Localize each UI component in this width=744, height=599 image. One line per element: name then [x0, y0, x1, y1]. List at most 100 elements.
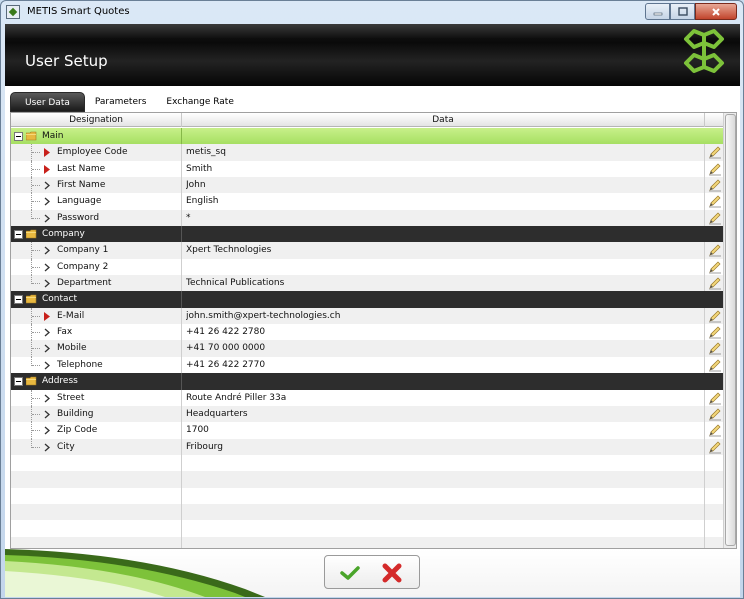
close-button[interactable]	[695, 3, 737, 20]
edit-button[interactable]	[704, 275, 723, 292]
empty-row	[11, 454, 723, 472]
field-label: City	[57, 441, 75, 452]
table-row[interactable]: Building Headquarters	[11, 405, 723, 423]
field-value[interactable]: *	[186, 210, 701, 226]
app-icon[interactable]	[6, 5, 20, 19]
table-row[interactable]: Company 2	[11, 258, 723, 276]
required-arrow-icon	[44, 148, 50, 158]
pencil-icon	[709, 359, 721, 372]
scrollbar-thumb[interactable]	[725, 114, 736, 546]
edit-button[interactable]	[704, 242, 723, 259]
group-row-contact[interactable]: Contact	[11, 291, 723, 308]
edit-button[interactable]	[704, 209, 723, 227]
collapse-minus-icon[interactable]	[14, 295, 23, 305]
edit-button[interactable]	[704, 324, 723, 341]
column-header-data[interactable]: Data	[182, 113, 704, 127]
field-value[interactable]: john.smith@xpert-technologies.ch	[186, 308, 701, 324]
column-header-designation[interactable]: Designation	[11, 113, 182, 127]
table-row[interactable]: Telephone +41 26 422 2770	[11, 356, 723, 374]
edit-button[interactable]	[704, 340, 723, 357]
field-value[interactable]: Technical Publications	[186, 275, 701, 291]
field-value[interactable]: Smith	[186, 161, 701, 177]
field-label: Mobile	[57, 343, 87, 354]
table-row[interactable]: Password *	[11, 209, 723, 227]
edit-button[interactable]	[704, 438, 723, 455]
field-value[interactable]: +41 26 422 2770	[186, 357, 701, 373]
chevron-right-icon	[44, 394, 50, 402]
table-row[interactable]: First Name John	[11, 177, 723, 194]
collapse-minus-icon[interactable]	[14, 230, 23, 240]
minimize-button[interactable]	[645, 3, 670, 20]
edit-button[interactable]	[704, 307, 723, 325]
chevron-right-icon	[44, 426, 50, 435]
field-value[interactable]: John	[186, 177, 701, 193]
pencil-icon	[709, 195, 721, 208]
title-bar[interactable]: METIS Smart Quotes	[1, 1, 743, 24]
field-value[interactable]: +41 70 000 0000	[186, 340, 701, 356]
pencil-icon	[709, 261, 721, 274]
collapse-minus-icon[interactable]	[14, 377, 23, 387]
empty-row	[11, 503, 723, 521]
field-label: Street	[57, 392, 85, 403]
field-value[interactable]: metis_sq	[186, 144, 701, 160]
edit-button[interactable]	[704, 356, 723, 374]
grid-rows: Main Employee Code metis_sq Last Name Smith F…	[11, 128, 723, 548]
page-title: User Setup	[25, 52, 108, 70]
edit-button[interactable]	[704, 389, 723, 406]
group-row-company[interactable]: Company	[11, 226, 723, 243]
cancel-button[interactable]	[379, 561, 405, 585]
pencil-icon	[709, 163, 721, 176]
action-button-group	[324, 555, 420, 589]
folder-icon	[26, 295, 37, 304]
table-row[interactable]: Last Name Smith	[11, 160, 723, 178]
edit-button[interactable]	[704, 258, 723, 276]
field-value[interactable]: Headquarters	[186, 406, 701, 422]
edit-button[interactable]	[704, 193, 723, 210]
chevron-right-icon	[44, 181, 50, 190]
field-value[interactable]: English	[186, 193, 701, 209]
tab-user-data[interactable]: User Data	[10, 92, 85, 112]
table-row[interactable]: Department Technical Publications	[11, 275, 723, 292]
table-row[interactable]: Employee Code metis_sq	[11, 144, 723, 161]
pencil-icon	[709, 244, 721, 257]
pencil-icon	[709, 392, 721, 404]
edit-button[interactable]	[704, 144, 723, 161]
group-label: Main	[42, 131, 64, 141]
chevron-right-icon	[44, 279, 50, 288]
table-row[interactable]: E-Mail john.smith@xpert-technologies.ch	[11, 307, 723, 325]
field-label: Zip Code	[57, 425, 98, 436]
maximize-button[interactable]	[670, 3, 695, 20]
group-row-address[interactable]: Address	[11, 373, 723, 390]
window-title: METIS Smart Quotes	[27, 6, 130, 17]
field-label: Fax	[57, 327, 73, 338]
field-value[interactable]: Xpert Technologies	[186, 242, 701, 258]
table-row[interactable]: Fax +41 26 422 2780	[11, 324, 723, 341]
table-row[interactable]: Zip Code 1700	[11, 422, 723, 439]
x-icon	[382, 563, 402, 583]
field-value[interactable]	[186, 259, 701, 275]
ok-button[interactable]	[337, 562, 363, 584]
edit-button[interactable]	[704, 405, 723, 423]
field-value[interactable]: 1700	[186, 422, 701, 438]
collapse-minus-icon[interactable]	[14, 132, 23, 141]
page-header: User Setup	[5, 24, 740, 86]
edit-button[interactable]	[704, 160, 723, 178]
edit-button[interactable]	[704, 422, 723, 439]
column-header-edit	[704, 113, 723, 127]
tab-exchange-rate[interactable]: Exchange Rate	[156, 92, 243, 112]
table-row[interactable]: City Fribourg	[11, 438, 723, 455]
field-value[interactable]: Fribourg	[186, 439, 701, 455]
table-row[interactable]: Company 1 Xpert Technologies	[11, 242, 723, 259]
group-label: Company	[42, 229, 85, 240]
table-row[interactable]: Street Route André Piller 33a	[11, 389, 723, 406]
field-value[interactable]: Route André Piller 33a	[186, 390, 701, 406]
vertical-scrollbar[interactable]	[723, 113, 736, 548]
pencil-icon	[709, 342, 721, 355]
table-row[interactable]: Mobile +41 70 000 0000	[11, 340, 723, 357]
edit-button[interactable]	[704, 177, 723, 194]
group-row-main[interactable]: Main	[11, 128, 723, 145]
field-value[interactable]: +41 26 422 2780	[186, 324, 701, 340]
table-row[interactable]: Language English	[11, 193, 723, 210]
tab-parameters[interactable]: Parameters	[85, 92, 157, 112]
decorative-swoosh	[5, 549, 265, 597]
